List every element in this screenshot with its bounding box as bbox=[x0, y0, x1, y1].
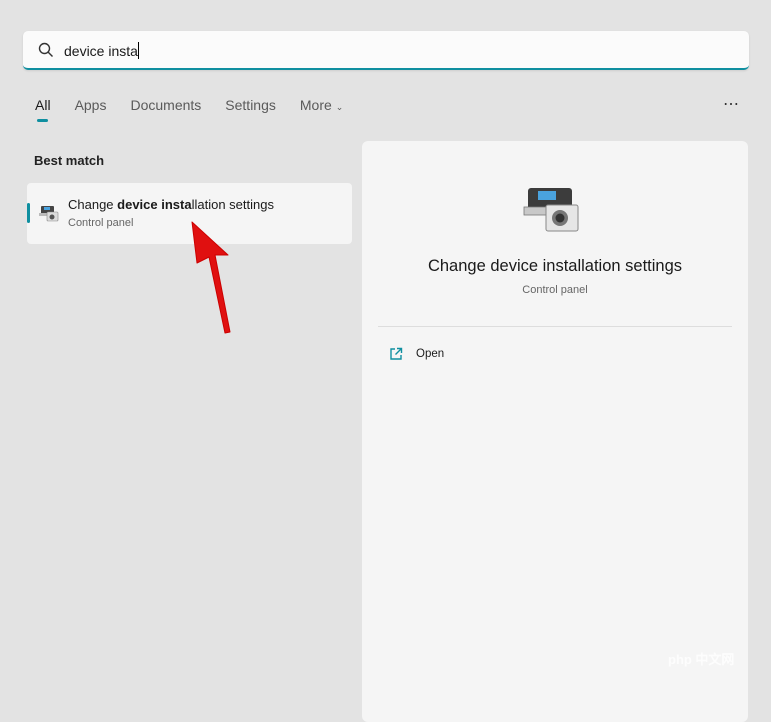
tab-apps[interactable]: Apps bbox=[75, 97, 107, 113]
filter-tabs: All Apps Documents Settings More ⌄ bbox=[35, 97, 367, 122]
annotation-arrow bbox=[191, 221, 231, 334]
tab-all[interactable]: All bbox=[35, 97, 51, 122]
result-subtitle: Control panel bbox=[68, 217, 134, 229]
more-options-button[interactable]: ⋯ bbox=[723, 94, 740, 114]
divider bbox=[378, 326, 732, 327]
detail-subtitle: Control panel bbox=[522, 284, 588, 296]
search-icon bbox=[38, 42, 53, 57]
best-match-heading: Best match bbox=[34, 153, 105, 168]
tab-more[interactable]: More ⌄ bbox=[300, 97, 343, 113]
watermark: php 中文网 bbox=[668, 652, 735, 667]
device-installation-icon bbox=[39, 206, 59, 222]
open-external-icon bbox=[390, 347, 403, 360]
open-action[interactable]: Open bbox=[389, 347, 444, 361]
detail-title: Change device installation settings bbox=[427, 257, 683, 275]
tab-settings[interactable]: Settings bbox=[225, 97, 276, 113]
search-box[interactable]: device insta bbox=[23, 31, 749, 70]
tab-documents[interactable]: Documents bbox=[130, 97, 201, 113]
result-title: Change device installation settings bbox=[68, 197, 274, 212]
selection-indicator bbox=[27, 203, 30, 223]
detail-panel: Change device installation settings Cont… bbox=[362, 141, 748, 722]
chevron-down-icon: ⌄ bbox=[335, 102, 344, 112]
search-input[interactable]: device insta bbox=[64, 42, 139, 59]
device-installation-icon bbox=[523, 188, 579, 232]
